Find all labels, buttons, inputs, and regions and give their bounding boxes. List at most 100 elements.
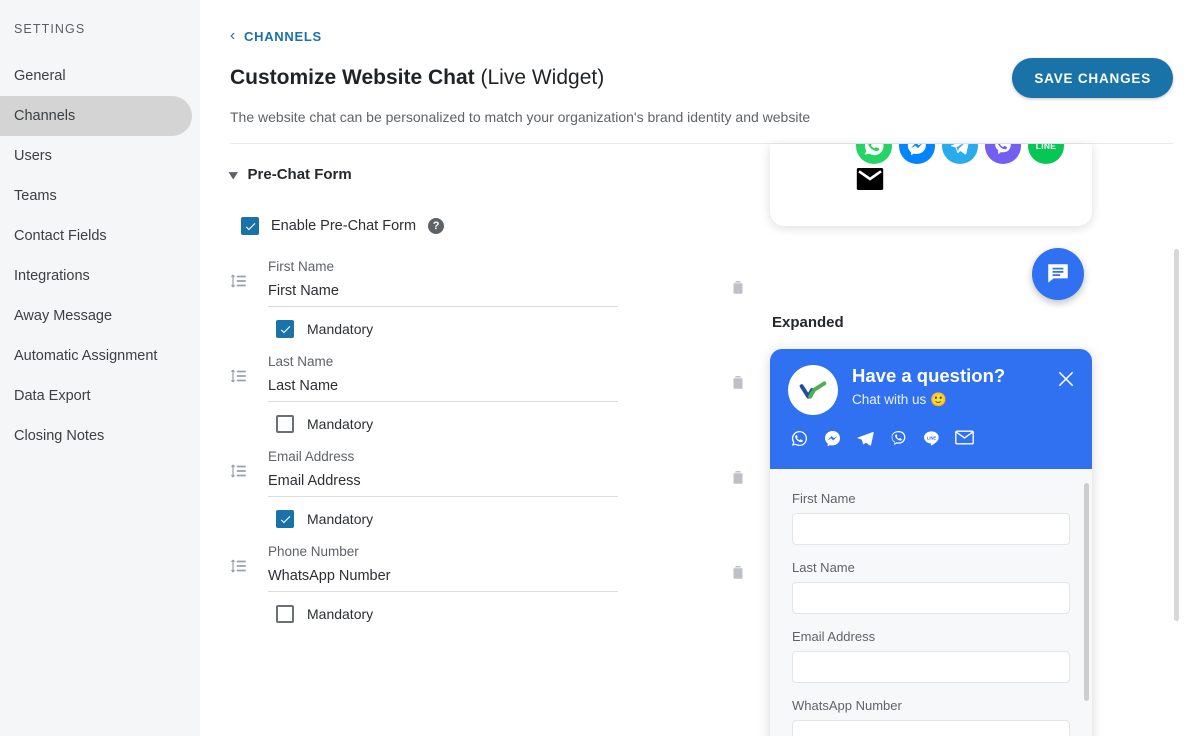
widget-field-label: First Name <box>792 491 856 506</box>
widget-preview-panel: LINE Expanded Have a question? Chat with… <box>750 144 1173 736</box>
messenger-icon[interactable] <box>823 429 842 453</box>
page-title: Customize Website Chat (Live Widget) <box>230 66 604 90</box>
mandatory-checkbox[interactable] <box>276 320 294 338</box>
widget-form-scrollbar[interactable] <box>1084 483 1089 701</box>
line-icon[interactable]: LINE <box>1028 144 1064 164</box>
title-row: Customize Website Chat (Live Widget) SAV… <box>230 58 1173 98</box>
breadcrumb-channels[interactable]: ‹ CHANNELS <box>230 28 1173 44</box>
mandatory-row: Mandatory <box>276 320 750 338</box>
whatsapp-icon[interactable] <box>790 429 809 453</box>
chevron-left-icon: ‹ <box>230 27 237 44</box>
widget-field-input[interactable] <box>792 651 1070 683</box>
whatsapp-icon[interactable] <box>856 144 892 164</box>
delete-field-button[interactable] <box>726 563 750 592</box>
mandatory-row: Mandatory <box>276 605 750 623</box>
widget-field-input[interactable] <box>792 582 1070 614</box>
widget-prechat-form: First Name Last Name Email Address Whats… <box>770 469 1092 736</box>
sidebar-item-label: Contact Fields <box>14 228 107 244</box>
sidebar-item-label: Users <box>14 148 52 164</box>
mandatory-checkbox[interactable] <box>276 605 294 623</box>
check-icon <box>245 222 255 230</box>
reorder-handle-icon[interactable] <box>230 367 252 402</box>
breadcrumb-label: CHANNELS <box>244 28 322 44</box>
widget-form-field: First Name <box>792 491 1070 560</box>
sidebar-item-automatic-assignment[interactable]: Automatic Assignment <box>0 336 192 376</box>
prechat-field-label: Phone Number <box>268 544 359 559</box>
widget-form-field: WhatsApp Number <box>792 698 1070 736</box>
delete-field-button[interactable] <box>726 373 750 402</box>
widget-header: Have a question? Chat with us 🙂 LINE <box>770 349 1092 469</box>
chat-fab-button[interactable] <box>1032 248 1084 300</box>
trash-icon <box>733 376 743 389</box>
sidebar-item-channels[interactable]: Channels <box>0 96 192 136</box>
delete-field-button[interactable] <box>726 278 750 307</box>
close-icon[interactable] <box>1056 369 1076 394</box>
line-icon[interactable]: LINE <box>922 429 941 453</box>
check-icon <box>280 515 290 523</box>
save-changes-button[interactable]: SAVE CHANGES <box>1012 58 1173 98</box>
expanded-preview-label: Expanded <box>772 314 844 331</box>
sidebar-item-label: Integrations <box>14 268 90 284</box>
reorder-handle-icon[interactable] <box>230 557 252 592</box>
widget-field-label: WhatsApp Number <box>792 698 902 713</box>
email-icon[interactable] <box>856 168 1092 195</box>
prechat-field-input[interactable] <box>268 378 618 402</box>
sidebar-item-teams[interactable]: Teams <box>0 176 192 216</box>
mandatory-label: Mandatory <box>307 416 374 432</box>
sidebar-item-closing-notes[interactable]: Closing Notes <box>0 416 192 456</box>
messenger-icon[interactable] <box>899 144 935 164</box>
widget-field-label: Email Address <box>792 629 876 644</box>
widget-field-label: Last Name <box>792 560 855 575</box>
email-icon[interactable] <box>955 429 974 453</box>
telegram-icon[interactable] <box>856 429 875 453</box>
sidebar-item-users[interactable]: Users <box>0 136 192 176</box>
mandatory-checkbox[interactable] <box>276 415 294 433</box>
sidebar-item-general[interactable]: General <box>0 56 192 96</box>
widget-heading: Have a question? <box>852 365 1006 386</box>
delete-field-button[interactable] <box>726 468 750 497</box>
prechat-section-title: Pre-Chat Form <box>247 166 352 183</box>
prechat-field-row: First Name Mandatory <box>230 259 750 338</box>
prechat-field-input[interactable] <box>268 283 618 307</box>
prechat-section-header[interactable]: ▾ Pre-Chat Form <box>229 166 750 183</box>
viber-icon[interactable] <box>889 429 908 453</box>
telegram-icon[interactable] <box>942 144 978 164</box>
help-icon[interactable]: ? <box>428 218 445 234</box>
mandatory-label: Mandatory <box>307 606 374 622</box>
mandatory-checkbox[interactable] <box>276 510 294 528</box>
collapsed-channel-icons: LINE <box>770 144 1092 164</box>
chevron-down-icon: ▾ <box>229 166 238 182</box>
sidebar-item-data-export[interactable]: Data Export <box>0 376 192 416</box>
sidebar-item-label: Away Message <box>14 308 113 324</box>
svg-text:LINE: LINE <box>927 435 937 440</box>
sidebar-nav: General Channels Users Teams Contact Fie… <box>0 56 200 456</box>
viber-icon[interactable] <box>985 144 1021 164</box>
prechat-field-row: Phone Number Mandatory <box>230 544 750 623</box>
sidebar-item-contact-fields[interactable]: Contact Fields <box>0 216 192 256</box>
enable-prechat-checkbox[interactable] <box>241 217 259 235</box>
prechat-field-input[interactable] <box>268 568 618 592</box>
enable-prechat-row: Enable Pre-Chat Form ? <box>241 217 750 235</box>
sidebar-heading: SETTINGS <box>14 22 86 36</box>
trash-icon <box>733 471 743 484</box>
trash-icon <box>733 566 743 579</box>
sidebar-item-label: General <box>14 68 66 84</box>
page-title-main: Customize Website Chat <box>230 66 475 89</box>
reorder-handle-icon[interactable] <box>230 462 252 497</box>
prechat-field-label: Email Address <box>268 449 355 464</box>
prechat-field-input[interactable] <box>268 473 618 497</box>
sidebar-item-away-message[interactable]: Away Message <box>0 296 192 336</box>
mandatory-row: Mandatory <box>276 510 750 528</box>
page-scrollbar[interactable] <box>1174 249 1179 621</box>
widget-channel-icons: LINE <box>790 429 1074 453</box>
mandatory-row: Mandatory <box>276 415 750 433</box>
widget-form-field: Email Address <box>792 629 1070 698</box>
avatar <box>788 365 838 415</box>
page-header: ‹ CHANNELS Customize Website Chat (Live … <box>200 0 1203 144</box>
widget-header-text: Have a question? Chat with us 🙂 <box>852 365 1005 408</box>
main-content: ‹ CHANNELS Customize Website Chat (Live … <box>200 0 1203 736</box>
sidebar-item-integrations[interactable]: Integrations <box>0 256 192 296</box>
widget-field-input[interactable] <box>792 513 1070 545</box>
reorder-handle-icon[interactable] <box>230 272 252 307</box>
widget-field-input[interactable] <box>792 720 1070 736</box>
